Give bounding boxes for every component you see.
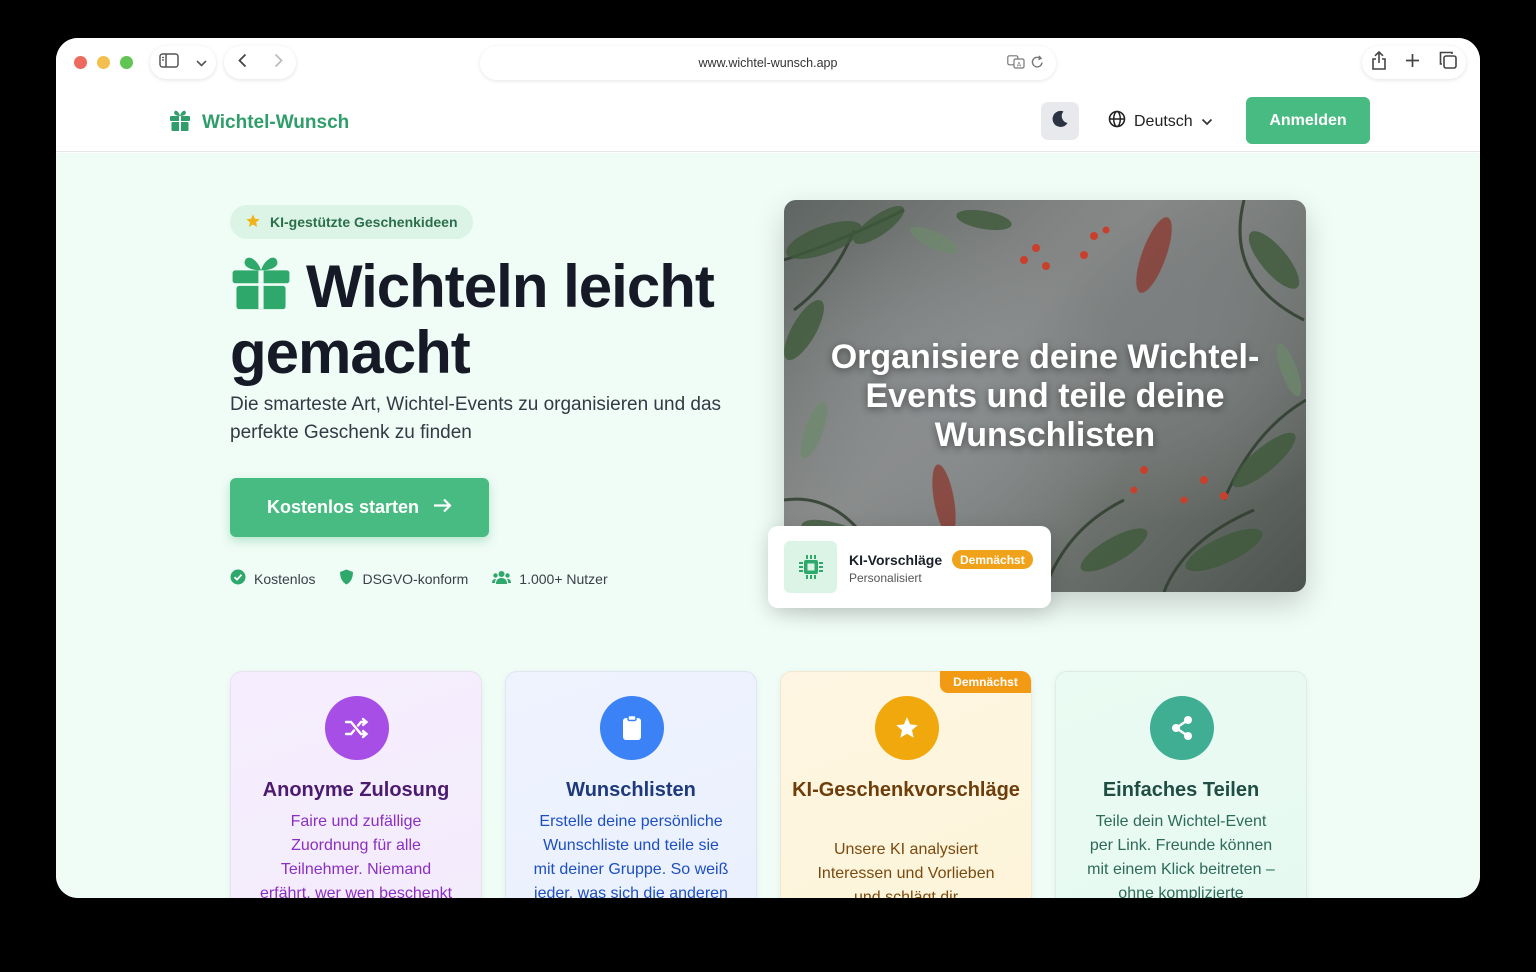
minimize-window-button[interactable] — [97, 56, 110, 69]
translate-icon[interactable]: A — [1007, 55, 1025, 74]
main-content: KI-gestützte Geschenkideen Wichteln leic… — [56, 153, 1480, 898]
brand-logo[interactable]: Wichtel-Wunsch — [168, 108, 349, 137]
feature-title: Einfaches Teilen — [1102, 779, 1260, 801]
coming-soon-badge: Demnächst — [952, 550, 1033, 569]
navigation-group — [224, 46, 296, 79]
address-bar[interactable]: www.wichtel-wunsch.app A — [480, 46, 1056, 80]
feature-description: Unsere KI analysiert Interessen und Vorl… — [817, 841, 995, 898]
cta-label: Kostenlos starten — [266, 497, 420, 517]
sidebar-toggle-group — [150, 46, 216, 79]
feature-card-anonymous-draw: Anonyme Zulosung Faire und zufällige Zuo… — [230, 671, 482, 898]
feature-description: Teile dein Wichtel-Event per Link. Freun… — [1087, 813, 1275, 898]
check-circle-icon — [230, 569, 246, 588]
new-tab-icon[interactable] — [1405, 53, 1420, 73]
headline-line-1: Wichteln leicht — [306, 253, 715, 320]
login-button[interactable]: Anmelden — [1246, 97, 1370, 144]
trust-label: DSGVO-konform — [362, 570, 469, 587]
badge-label: KI-gestützte Geschenkideen — [270, 214, 458, 230]
site-header: Wichtel-Wunsch Deutsch Anmelden — [56, 88, 1480, 152]
feature-card-ai-suggestions: KI-Geschenkvorschläge Unsere KI analysie… — [780, 671, 1032, 898]
tab-overview-icon[interactable] — [1439, 51, 1457, 74]
clipboard-icon — [600, 696, 664, 760]
share-icon — [1150, 696, 1214, 760]
zoom-window-button[interactable] — [120, 56, 133, 69]
hero-image-caption: Organisiere deine Wichtel-Events und tei… — [830, 338, 1260, 454]
chip-icon — [784, 541, 837, 593]
url-text: www.wichtel-wunsch.app — [698, 56, 838, 70]
ki-suggestions-card: KI-Vorschläge Demnächst Personalisiert — [768, 526, 1051, 608]
trust-label: 1.000+ Nutzer — [519, 570, 608, 587]
feature-title: Wunschlisten — [566, 779, 696, 801]
star-icon — [875, 696, 939, 760]
arrow-right-icon — [433, 497, 452, 518]
start-free-button[interactable]: Kostenlos starten — [230, 478, 489, 537]
trust-label: Kostenlos — [254, 570, 316, 587]
moon-icon — [1050, 109, 1070, 134]
headline-line-2: gemacht — [230, 319, 471, 386]
star-icon — [245, 213, 261, 232]
browser-toolbar: www.wichtel-wunsch.app A — [56, 38, 1480, 88]
feature-description: Faire und zufällige Zuordnung für alle T… — [259, 813, 453, 898]
shield-icon — [339, 569, 354, 588]
dark-mode-toggle[interactable] — [1041, 102, 1079, 140]
browser-actions-group — [1362, 46, 1466, 79]
shuffle-icon — [325, 696, 389, 760]
close-window-button[interactable] — [74, 56, 87, 69]
gift-icon — [230, 253, 292, 322]
forward-icon[interactable] — [274, 53, 283, 73]
back-icon[interactable] — [237, 53, 247, 73]
ki-card-subtitle: Personalisiert — [849, 571, 922, 585]
browser-window: www.wichtel-wunsch.app A Wichtel-Wunsch … — [56, 38, 1480, 898]
chevron-down-icon — [1201, 113, 1213, 131]
svg-text:A: A — [1017, 60, 1022, 68]
trust-item-free: Kostenlos — [230, 569, 315, 588]
trust-item-gdpr: DSGVO-konform — [339, 569, 468, 588]
feature-description: Erstelle deine persönliche Wunschliste u… — [533, 813, 729, 898]
globe-icon — [1108, 110, 1126, 133]
feature-title: Anonyme Zulosung — [262, 779, 450, 801]
gift-icon — [168, 108, 192, 137]
language-label: Deutsch — [1134, 112, 1193, 130]
share-browser-icon[interactable] — [1371, 50, 1387, 75]
language-selector[interactable]: Deutsch — [1108, 110, 1213, 133]
feature-badge: KI-gestützte Geschenkideen — [230, 205, 473, 239]
trust-indicators: Kostenlos DSGVO-konform 1.000+ Nutzer — [230, 569, 608, 588]
feature-title: KI-Geschenkvorschläge — [792, 779, 1020, 801]
ki-card-title: KI-Vorschläge — [849, 552, 943, 568]
chevron-down-icon[interactable] — [196, 54, 207, 72]
users-icon — [492, 570, 512, 588]
trust-item-users: 1.000+ Nutzer — [492, 569, 608, 588]
hero-headline: Wichteln leicht gemacht — [230, 253, 770, 384]
feature-card-wishlists: Wunschlisten Erstelle deine persönliche … — [505, 671, 757, 898]
reload-icon[interactable] — [1031, 55, 1044, 74]
sidebar-icon[interactable] — [159, 52, 179, 73]
brand-name: Wichtel-Wunsch — [202, 111, 350, 133]
feature-card-easy-sharing: Einfaches Teilen Teile dein Wichtel-Even… — [1055, 671, 1307, 898]
hero-subline: Die smarteste Art, Wichtel-Events zu org… — [230, 394, 722, 443]
coming-soon-badge: Demnächst — [940, 671, 1031, 693]
